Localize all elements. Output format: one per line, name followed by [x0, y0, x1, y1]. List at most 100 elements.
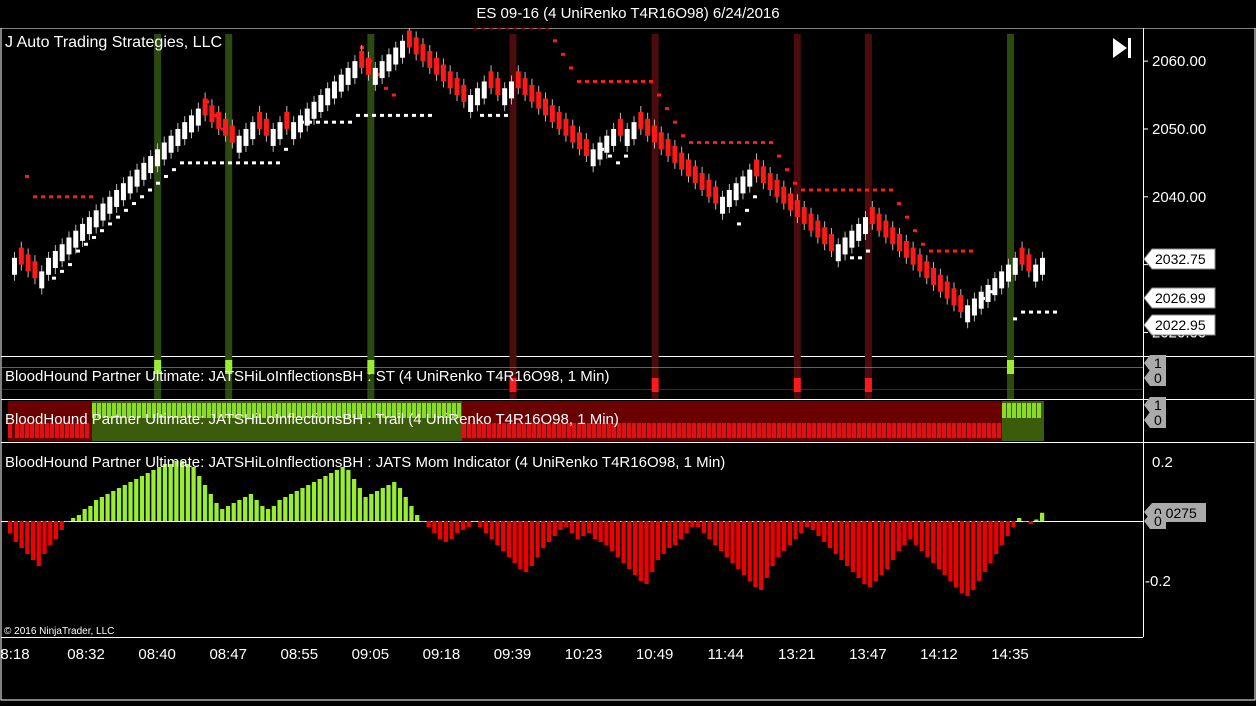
candle-up [379, 61, 385, 79]
trail-band-tick [877, 423, 881, 438]
trail-white-dot [745, 208, 749, 212]
trail-white-dot [260, 161, 264, 165]
trail-white-dot [60, 269, 64, 273]
candle-up [107, 196, 113, 214]
trail-white-dot [608, 154, 612, 158]
trail-red-dot [537, 25, 541, 29]
trail-red-dot [737, 141, 741, 145]
candle-up [849, 230, 855, 248]
mom-bar-positive [71, 518, 76, 521]
mom-bar-negative [25, 521, 30, 554]
time-tick-label: 14:35 [991, 646, 1029, 663]
mom-bar-positive [157, 467, 162, 521]
chart-svg[interactable]: 2060.002050.002040.002030.002020.002032.… [0, 24, 1256, 701]
trail-white-dot [866, 249, 870, 253]
mom-bar-positive [329, 473, 334, 521]
trail-red-dot [657, 93, 661, 97]
trail-red-dot [865, 188, 869, 192]
mom-bar-positive [145, 473, 150, 521]
mom-bar-negative [518, 521, 523, 569]
mom-bar-negative [839, 521, 844, 560]
candle-up [720, 196, 726, 214]
candle-down [488, 71, 494, 89]
candle-down [229, 125, 235, 143]
candle-down [202, 98, 208, 116]
mom-bar-negative [466, 521, 471, 527]
trail-tag-1: 1 [1154, 397, 1162, 413]
trail-red-dot [497, 25, 501, 29]
trail-band-tick [797, 423, 801, 438]
candle-down [461, 84, 467, 102]
trail-red-dot [561, 52, 565, 56]
mom-bar-positive [122, 485, 127, 521]
trail-red-dot [921, 242, 925, 246]
trail-white-dot [396, 113, 400, 117]
candle-up [291, 122, 297, 140]
trail-band-tick [622, 423, 626, 438]
candle-up [39, 271, 45, 289]
trail-band-tick [1007, 403, 1011, 418]
mom-bar-negative [684, 521, 689, 533]
candle-down [801, 206, 807, 224]
trail-red-dot [25, 174, 29, 178]
trail-band-tick [652, 423, 656, 438]
trail-white-dot [380, 113, 384, 117]
mom-bar-negative [896, 521, 901, 551]
trail-band-tick [637, 423, 641, 438]
mom-bar-negative [833, 521, 838, 554]
candle-down [515, 71, 521, 89]
skip-to-end-icon[interactable] [1113, 38, 1131, 58]
candle-down [903, 240, 909, 258]
trail-red-dot [753, 141, 757, 145]
candle-down [828, 234, 834, 252]
trail-band-tick [997, 423, 1001, 438]
trail-red-dot [505, 25, 509, 29]
trail-band-tick [962, 423, 966, 438]
trail-white-dot [156, 181, 160, 185]
mom-bar-negative [753, 521, 758, 587]
mom-bar-negative [862, 521, 867, 584]
trail-red-dot [881, 188, 885, 192]
trail-white-dot [1021, 310, 1025, 314]
mom-bar-positive [380, 488, 385, 521]
trail-white-dot [116, 215, 120, 219]
mom-bar-negative [632, 521, 638, 575]
mom-bar-negative [610, 521, 615, 551]
trail-white-dot [132, 202, 136, 206]
chart-frame[interactable]: 2060.002050.002040.002030.002020.002032.… [0, 24, 1256, 701]
trail-band-tick [907, 423, 911, 438]
mom-bar-positive [294, 491, 299, 521]
trail-white-dot [92, 235, 96, 239]
mom-bar-positive [99, 497, 104, 521]
price-tick-label: 2050.00 [1152, 121, 1206, 138]
trail-band-tick [917, 423, 921, 438]
mom-bar-negative [678, 521, 684, 539]
trail-red-dot [745, 141, 749, 145]
trail-red-dot [57, 195, 61, 199]
trail-band-tick [782, 423, 786, 438]
trail-band-tick [777, 423, 781, 438]
candle-down [658, 132, 664, 150]
mom-bar-positive [472, 521, 477, 522]
candle-down [570, 125, 576, 143]
candle-up [747, 169, 753, 187]
candle-down [754, 159, 760, 177]
trail-red-dot [841, 188, 845, 192]
mom-bar-negative [971, 521, 976, 590]
trail-red-dot [929, 249, 933, 253]
mom-bar-negative [529, 521, 534, 566]
candle-down [216, 112, 222, 129]
trail-band-tick [657, 423, 661, 438]
time-tick-label: 08:32 [67, 646, 105, 663]
trail-band-tick [1027, 403, 1031, 418]
candle-down [536, 91, 542, 109]
mom-bar-negative [804, 521, 810, 527]
trail-red-dot [89, 195, 93, 199]
mom-tick-low: -0.2 [1145, 573, 1171, 590]
mom-bar-positive [185, 464, 190, 521]
trail-red-dot [777, 154, 781, 158]
trail-red-dot [905, 215, 909, 219]
candle-down [781, 186, 787, 204]
mom-bar-positive [300, 488, 305, 521]
candle-up [114, 190, 120, 207]
